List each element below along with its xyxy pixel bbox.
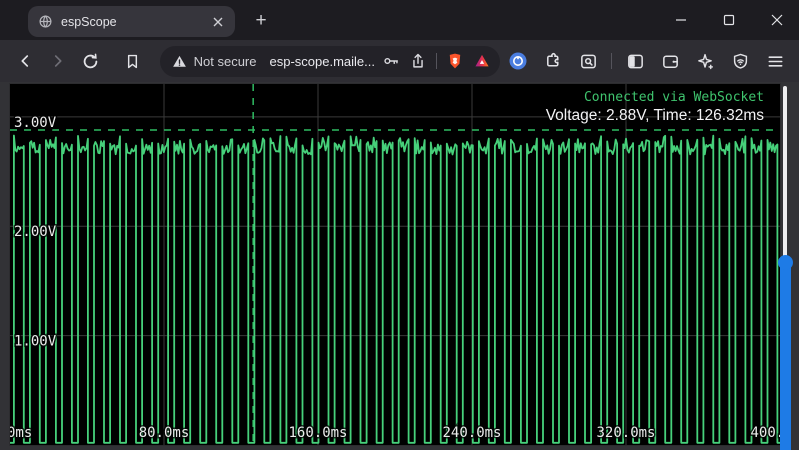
svg-text:2.00V: 2.00V bbox=[14, 224, 57, 240]
page-content: 3.00V 2.00V 1.00V 0ms 80.0ms 160.0ms 240.0ms 32… bbox=[0, 82, 799, 450]
svg-text:1.00V: 1.00V bbox=[14, 334, 57, 350]
password-key-icon[interactable] bbox=[382, 52, 400, 70]
window-minimize-button[interactable] bbox=[671, 10, 691, 30]
menu-button[interactable] bbox=[763, 49, 787, 73]
scope-slider-fill[interactable] bbox=[780, 263, 791, 450]
forward-icon bbox=[49, 52, 67, 70]
brave-shield-icon[interactable] bbox=[446, 52, 464, 70]
minimize-icon bbox=[675, 14, 687, 26]
scope-slider-thumb[interactable] bbox=[778, 255, 793, 270]
svg-text:3.00V: 3.00V bbox=[14, 115, 57, 131]
browser-tab[interactable]: espScope bbox=[28, 6, 235, 37]
globe-favicon-icon bbox=[38, 14, 53, 29]
oscilloscope-canvas[interactable]: 3.00V 2.00V 1.00V 0ms 80.0ms 160.0ms 240.0ms 32… bbox=[10, 84, 780, 445]
not-secure-warning-icon bbox=[172, 54, 187, 69]
svg-text:320.0ms: 320.0ms bbox=[596, 425, 655, 441]
sidebar-toggle-button[interactable] bbox=[623, 49, 647, 73]
brave-rewards-bat-icon[interactable] bbox=[473, 52, 491, 70]
extension-button[interactable] bbox=[506, 49, 530, 73]
browser-toolbar: Not secure esp-scope.maile... bbox=[0, 40, 799, 82]
reload-button[interactable] bbox=[77, 47, 103, 75]
browser-titlebar: espScope + bbox=[0, 0, 799, 40]
window-maximize-button[interactable] bbox=[719, 10, 739, 30]
bookmark-icon bbox=[124, 53, 141, 70]
bookmark-button[interactable] bbox=[119, 47, 145, 75]
tab-close-button[interactable] bbox=[209, 13, 227, 31]
back-icon bbox=[16, 52, 34, 70]
address-bar[interactable]: Not secure esp-scope.maile... bbox=[160, 46, 500, 77]
back-button[interactable] bbox=[12, 47, 38, 75]
reload-icon bbox=[81, 52, 100, 71]
divider bbox=[611, 53, 612, 69]
close-icon bbox=[771, 14, 783, 26]
url-text: esp-scope.maile... bbox=[270, 54, 376, 69]
svg-text:400.0ms: 400.0ms bbox=[750, 425, 780, 441]
svg-text:160.0ms: 160.0ms bbox=[288, 425, 347, 441]
svg-text:80.0ms: 80.0ms bbox=[139, 425, 190, 441]
new-tab-button[interactable]: + bbox=[249, 9, 273, 33]
search-window-icon bbox=[579, 52, 598, 71]
svg-text:0ms: 0ms bbox=[10, 425, 32, 441]
divider bbox=[436, 53, 437, 69]
puzzle-icon bbox=[544, 52, 563, 71]
close-icon bbox=[213, 17, 223, 27]
svg-text:240.0ms: 240.0ms bbox=[442, 425, 501, 441]
extensions-menu-button[interactable] bbox=[541, 49, 565, 73]
hamburger-menu-icon bbox=[766, 52, 785, 71]
scope-slider-track[interactable] bbox=[783, 86, 787, 263]
wallet-button[interactable] bbox=[658, 49, 682, 73]
sparkle-icon bbox=[696, 52, 715, 71]
sidebar-icon bbox=[626, 52, 645, 71]
forward-button[interactable] bbox=[44, 47, 70, 75]
shield-vpn-icon bbox=[731, 52, 750, 71]
extension-icon bbox=[508, 51, 528, 71]
waveform-plot: 3.00V 2.00V 1.00V 0ms 80.0ms 160.0ms 240.0ms 32… bbox=[10, 84, 780, 445]
tab-title: espScope bbox=[61, 15, 209, 29]
share-icon[interactable] bbox=[409, 52, 427, 70]
wallet-icon bbox=[661, 52, 680, 71]
security-label: Not secure bbox=[194, 54, 257, 69]
search-panel-button[interactable] bbox=[576, 49, 600, 73]
window-close-button[interactable] bbox=[767, 10, 787, 30]
vpn-button[interactable] bbox=[728, 49, 752, 73]
maximize-icon bbox=[723, 14, 735, 26]
leo-ai-button[interactable] bbox=[693, 49, 717, 73]
